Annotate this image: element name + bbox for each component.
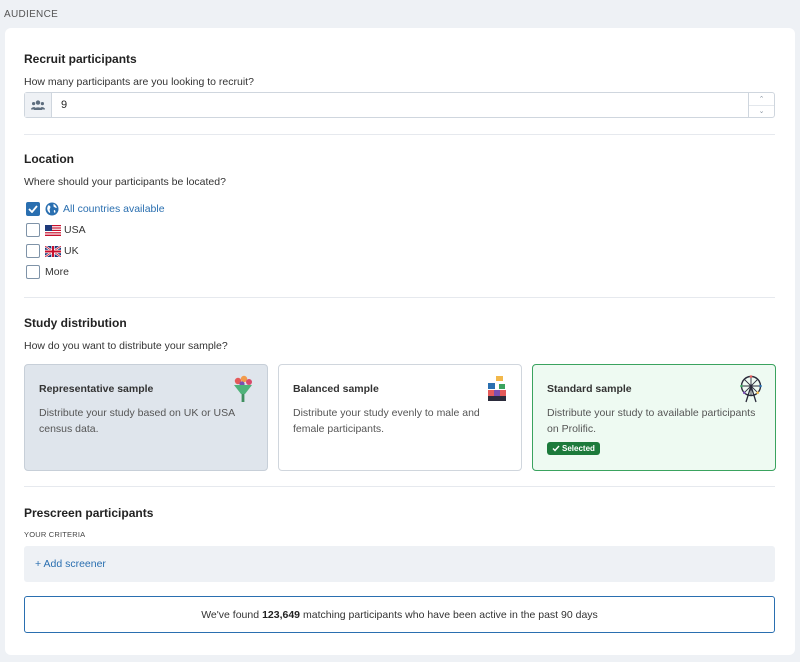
location-label-more: More <box>45 266 69 278</box>
location-label-usa: USA <box>64 224 86 236</box>
chevron-down-icon[interactable]: ⌄ <box>749 104 774 118</box>
location-option-usa[interactable]: USA <box>26 222 86 238</box>
checkbox-all-countries[interactable] <box>26 202 40 216</box>
balanced-sample-card[interactable]: Balanced sample Distribute your study ev… <box>278 364 522 471</box>
bouquet-icon <box>234 375 252 402</box>
uk-flag-icon <box>45 245 61 257</box>
checkbox-more[interactable] <box>26 265 40 279</box>
matching-participants-banner: We've found 123,649 matching participant… <box>24 596 775 633</box>
location-title: Location <box>24 152 74 166</box>
checkbox-usa[interactable] <box>26 223 40 237</box>
location-question: Where should your participants be locate… <box>24 176 226 188</box>
checkbox-uk[interactable] <box>26 244 40 258</box>
users-icon <box>25 93 52 117</box>
criteria-label: YOUR CRITERIA <box>24 530 86 539</box>
location-option-uk[interactable]: UK <box>26 243 79 259</box>
selected-badge: Selected <box>547 442 600 455</box>
standard-sample-card[interactable]: Standard sample Distribute your study to… <box>532 364 776 471</box>
representative-sample-title: Representative sample <box>39 383 154 395</box>
check-icon <box>552 445 560 452</box>
participants-number-input[interactable]: 9 ⌃ ⌄ <box>24 92 775 118</box>
balanced-sample-title: Balanced sample <box>293 383 379 395</box>
location-label-all[interactable]: All countries available <box>63 203 165 215</box>
blocks-icon <box>488 376 506 401</box>
location-option-all-countries[interactable]: All countries available <box>26 201 165 217</box>
divider <box>24 486 775 487</box>
standard-sample-desc: Distribute your study to available parti… <box>547 407 756 435</box>
audience-card: Recruit participants How many participan… <box>5 28 795 655</box>
found-count: 123,649 <box>262 608 301 621</box>
participants-count-value[interactable]: 9 <box>52 93 748 117</box>
number-stepper[interactable]: ⌃ ⌄ <box>748 93 774 117</box>
prescreen-title: Prescreen participants <box>24 506 154 520</box>
ferris-wheel-icon <box>740 375 762 403</box>
found-suffix: matching participants who have been acti… <box>303 608 598 621</box>
recruit-title: Recruit participants <box>24 52 137 66</box>
divider <box>24 134 775 135</box>
representative-sample-desc: Distribute your study based on UK or USA… <box>39 407 235 435</box>
balanced-sample-desc: Distribute your study evenly to male and… <box>293 407 480 435</box>
recruit-question: How many participants are you looking to… <box>24 76 254 88</box>
distribution-title: Study distribution <box>24 316 127 330</box>
location-label-uk: UK <box>64 245 79 257</box>
selected-badge-label: Selected <box>562 444 595 453</box>
distribution-question: How do you want to distribute your sampl… <box>24 340 228 352</box>
found-prefix: We've found <box>201 608 260 621</box>
add-screener-button[interactable]: + Add screener <box>35 558 106 570</box>
usa-flag-icon <box>45 224 61 236</box>
chevron-up-icon[interactable]: ⌃ <box>749 93 774 105</box>
section-label-audience: AUDIENCE <box>4 9 59 20</box>
standard-sample-title: Standard sample <box>547 383 632 395</box>
screener-area: + Add screener <box>24 546 775 582</box>
globe-icon <box>45 202 59 216</box>
representative-sample-card[interactable]: Representative sample Distribute your st… <box>24 364 268 471</box>
location-option-more[interactable]: More <box>26 264 69 280</box>
divider <box>24 297 775 298</box>
